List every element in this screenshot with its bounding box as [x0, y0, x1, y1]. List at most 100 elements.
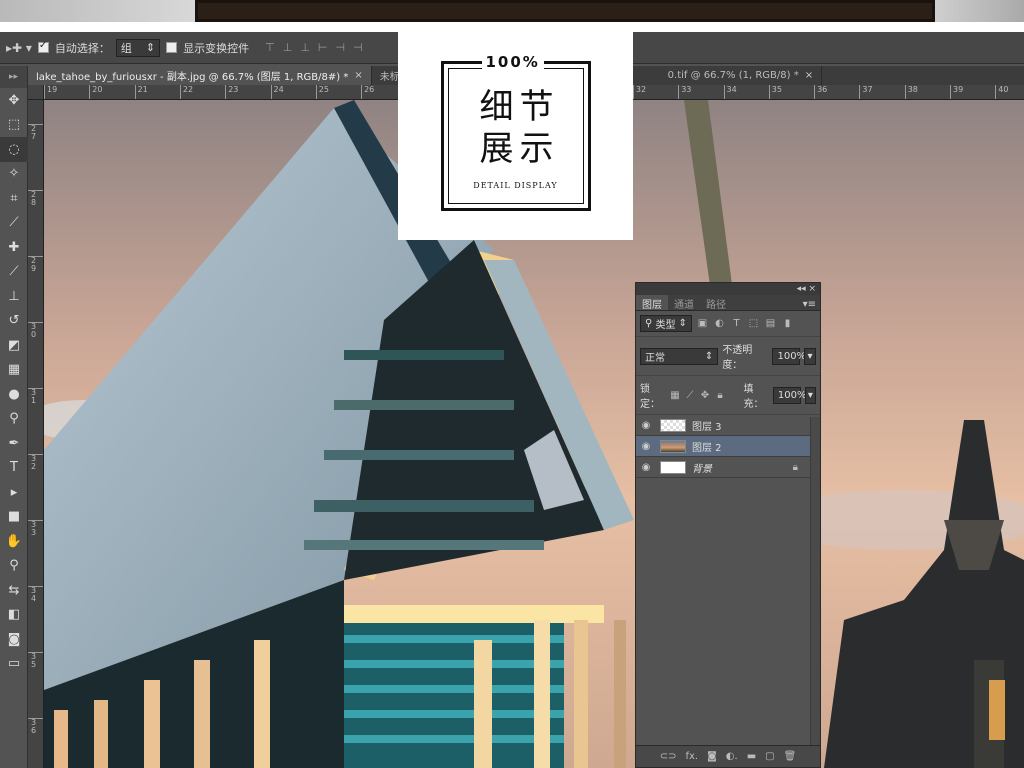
align-hcenter-icon[interactable]: ⊣ — [336, 41, 346, 54]
panel-menu-icon[interactable]: ▾≡ — [803, 299, 820, 310]
ruler-tick: 19 — [44, 85, 57, 99]
trash-icon[interactable]: 🗑︎ — [784, 751, 797, 762]
layer-row[interactable]: ◉ 背景 🔒︎ — [636, 457, 820, 478]
ruler-tick: 20 — [89, 85, 102, 99]
healing-tool-icon[interactable]: ✚ — [0, 235, 28, 260]
doc-tab[interactable]: 0.tif @ 66.7% (1, RGB/8) * × — [659, 66, 823, 85]
lock-position-icon[interactable]: ✥ — [699, 390, 710, 401]
pen-tool-icon[interactable]: ✒ — [0, 431, 28, 456]
dodge-tool-icon[interactable]: ⚲ — [0, 407, 28, 432]
align-bottom-icon[interactable]: ⊥ — [300, 41, 310, 54]
layer-row[interactable]: ◉ 图层 2 — [636, 436, 820, 457]
zoom-tool-icon[interactable]: ⚲ — [0, 554, 28, 579]
filter-kind-select[interactable]: ⚲ 类型 ⇕ — [640, 315, 692, 332]
toolbox: ▸▸ ✥ ⬚ ◌ ✧ ⌗ ⟋ ✚ ⟋ ⊥ ↺ ◩ ▦ ● ⚲ ✒ T ▸ ■ ✋… — [0, 66, 28, 768]
chevron-updown-icon: ⇕ — [145, 41, 156, 54]
fill-input[interactable]: 100% — [772, 386, 807, 404]
align-right-icon[interactable]: ⊣ — [353, 41, 363, 54]
ruler-tick: 5 — [31, 660, 37, 669]
layer-row[interactable]: ◉ 图层 3 — [636, 415, 820, 436]
crop-tool-icon[interactable]: ⌗ — [0, 186, 28, 211]
auto-select-checkbox[interactable] — [37, 40, 49, 53]
filter-smart-icon[interactable]: ▤ — [764, 318, 777, 329]
ruler-tick: 3 — [31, 528, 37, 537]
shape-tool-icon[interactable]: ■ — [0, 505, 28, 530]
ruler-tick: 22 — [179, 85, 193, 99]
chevron-updown-icon: ⇕ — [704, 350, 714, 362]
filter-type-icon[interactable]: T — [730, 318, 743, 329]
eye-icon[interactable]: ◉ — [636, 441, 656, 452]
path-select-tool-icon[interactable]: ▸ — [0, 480, 28, 505]
filter-pixel-icon[interactable]: ▣ — [696, 318, 709, 329]
blur-tool-icon[interactable]: ● — [0, 382, 28, 407]
quick-mask-icon[interactable]: ◙ — [0, 627, 28, 652]
brush-tool-icon[interactable]: ⟋ — [0, 260, 28, 285]
gradient-tool-icon[interactable]: ▦ — [0, 358, 28, 383]
move-tool-icon[interactable]: ✥ — [0, 88, 28, 113]
eye-icon[interactable]: ◉ — [636, 420, 656, 431]
filter-toggle-icon[interactable]: ▮ — [781, 318, 794, 329]
ruler-tick: 36 — [814, 85, 827, 99]
toolbox-grip[interactable]: ▸▸ — [0, 66, 27, 88]
auto-select-dropdown[interactable]: 组 ⇕ — [115, 38, 161, 57]
tab-channels[interactable]: 通道 — [668, 295, 700, 311]
opacity-input[interactable]: 100% — [772, 347, 806, 365]
blend-row: 正常 ⇕ 不透明度： 100% ▾ — [636, 337, 820, 376]
opacity-label: 不透明度： — [722, 345, 753, 371]
fx-icon[interactable]: fx. — [685, 751, 698, 762]
move-icon[interactable]: ▸✚ ▾ — [6, 41, 32, 55]
swap-colors-icon[interactable]: ⇆ — [0, 578, 28, 603]
blend-mode-select[interactable]: 正常 ⇕ — [640, 347, 719, 365]
tab-paths[interactable]: 路径 — [700, 295, 732, 311]
eye-icon[interactable]: ◉ — [636, 462, 656, 473]
strip-right — [935, 0, 1024, 22]
new-layer-icon[interactable]: ▢ — [765, 751, 774, 762]
layers-scrollbar[interactable] — [810, 417, 820, 747]
ruler-tick: 25 — [315, 85, 329, 99]
opacity-dropdown-icon[interactable]: ▾ — [804, 347, 816, 365]
lasso-tool-icon[interactable]: ◌ — [0, 137, 28, 162]
badge-percent: 100% — [481, 53, 544, 71]
align-left-icon[interactable]: ⊢ — [318, 41, 328, 54]
ruler-tick: 35 — [768, 85, 782, 99]
filter-shape-icon[interactable]: ⬚ — [747, 318, 760, 329]
link-icon[interactable]: ⊂⊃ — [660, 751, 677, 762]
chevron-updown-icon: ⇕ — [678, 318, 687, 329]
fill-dropdown-icon[interactable]: ▾ — [804, 386, 816, 404]
hand-tool-icon[interactable]: ✋ — [0, 529, 28, 554]
ruler-tick: 7 — [31, 132, 37, 141]
tab-layers[interactable]: 图层 — [636, 295, 668, 311]
lock-transparent-icon[interactable]: ▦ — [669, 390, 680, 401]
panel-collapse-bar[interactable]: ◂◂ × — [636, 283, 820, 295]
type-tool-icon[interactable]: T — [0, 456, 28, 481]
ruler-tick: 0 — [31, 330, 37, 339]
adjustment-icon[interactable]: ◐. — [726, 751, 738, 762]
stamp-tool-icon[interactable]: ⊥ — [0, 284, 28, 309]
ruler-tick: 1 — [31, 396, 37, 405]
close-icon[interactable]: × — [805, 70, 813, 81]
doc-tab[interactable]: lake_tahoe_by_furiousxr - 副本.jpg @ 66.7%… — [28, 66, 372, 85]
magic-wand-tool-icon[interactable]: ✧ — [0, 162, 28, 187]
eraser-tool-icon[interactable]: ◩ — [0, 333, 28, 358]
detail-display-badge: 100% 细节 展示 DETAIL DISPLAY — [398, 32, 633, 240]
marquee-tool-icon[interactable]: ⬚ — [0, 113, 28, 138]
mask-icon[interactable]: ◙ — [707, 751, 717, 762]
lock-all-icon[interactable]: 🔒︎ — [714, 390, 725, 401]
auto-select-label: 自动选择： — [54, 41, 110, 55]
screen-mode-icon[interactable]: ▭ — [0, 652, 28, 677]
close-icon[interactable]: × — [354, 70, 362, 81]
align-vcenter-icon[interactable]: ⊥ — [283, 41, 293, 54]
layer-name: 图层 2 — [692, 442, 722, 454]
lock-row: 锁定： ▦ ⟋ ✥ 🔒︎ 填充： 100% ▾ — [636, 376, 820, 415]
eyedropper-tool-icon[interactable]: ⟋ — [0, 211, 28, 236]
show-transform-checkbox[interactable] — [166, 42, 178, 53]
color-swatches-icon[interactable]: ◧ — [0, 603, 28, 628]
layers-panel: ◂◂ × 图层 通道 路径 ▾≡ ⚲ 类型 ⇕ ▣ ◐ T ⬚ ▤ ▮ 正常 ⇕ 不透… — [635, 282, 821, 768]
history-brush-tool-icon[interactable]: ↺ — [0, 309, 28, 334]
lock-paint-icon[interactable]: ⟋ — [684, 390, 695, 401]
align-top-icon[interactable]: ⊤ — [265, 41, 275, 54]
ruler-tick: 40 — [995, 85, 1008, 99]
filter-adjustment-icon[interactable]: ◐ — [713, 318, 726, 329]
lock-icon: 🔒︎ — [792, 461, 798, 473]
group-icon[interactable]: ▬ — [747, 751, 756, 762]
